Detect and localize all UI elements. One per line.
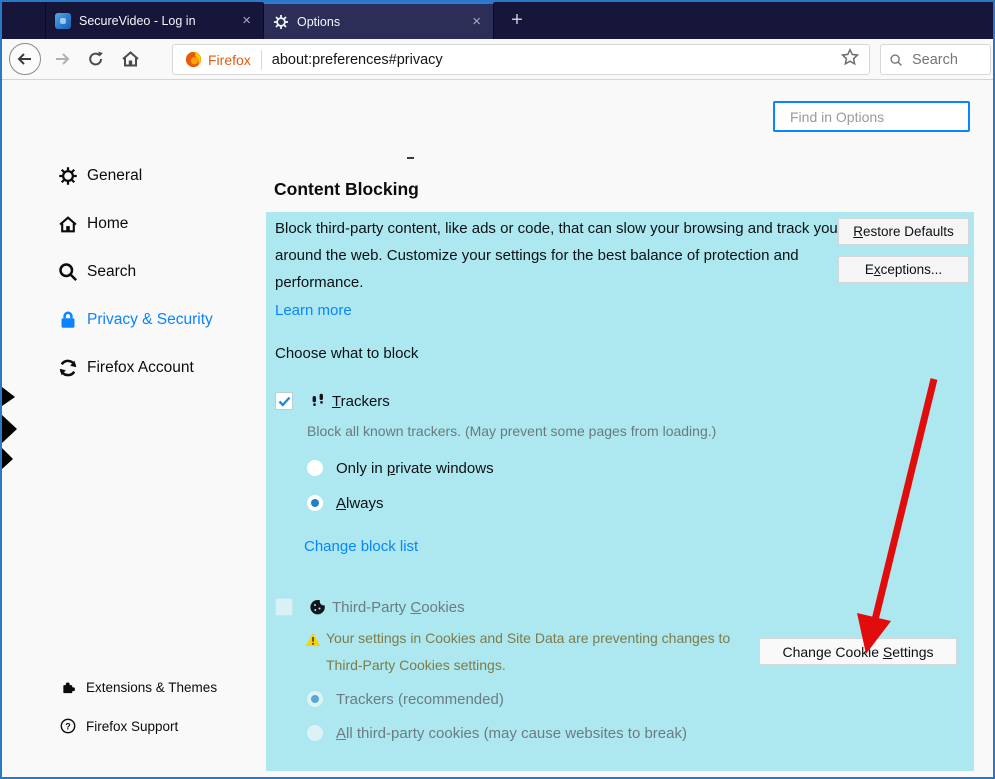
trackers-footprints-icon bbox=[309, 392, 327, 410]
sidebar-item-general[interactable]: General bbox=[57, 152, 142, 200]
sidebar-item-label: Search bbox=[87, 263, 137, 280]
find-in-options-box[interactable] bbox=[773, 101, 971, 132]
reload-icon[interactable] bbox=[80, 43, 112, 75]
tab-options[interactable]: Options × bbox=[263, 2, 494, 39]
back-button[interactable] bbox=[9, 43, 41, 75]
browser-window: SecureVideo - Log in × Options × + Firef… bbox=[0, 0, 995, 779]
sidebar-item-label: Firefox Support bbox=[86, 718, 179, 734]
cookies-all-radio bbox=[307, 725, 323, 741]
checkmark-icon bbox=[278, 396, 290, 407]
sidebar-item-label: Privacy & Security bbox=[87, 311, 213, 328]
sync-icon bbox=[57, 358, 79, 378]
lock-icon bbox=[57, 310, 79, 330]
learn-more-link[interactable]: Learn more bbox=[275, 302, 352, 319]
cookies-warning-line1: Your settings in Cookies and Site Data a… bbox=[326, 630, 731, 646]
cookies-trackers-radio bbox=[307, 691, 323, 707]
exceptions-button[interactable]: Exceptions... bbox=[838, 256, 969, 283]
search-icon bbox=[890, 53, 902, 66]
always-radio[interactable] bbox=[307, 495, 323, 511]
tab-securevideo[interactable]: SecureVideo - Log in × bbox=[45, 2, 263, 39]
close-tab-icon[interactable]: × bbox=[469, 13, 484, 30]
gear-icon bbox=[273, 14, 289, 30]
bookmark-star-icon[interactable] bbox=[840, 47, 860, 71]
cookies-trackers-label: Trackers (recommended) bbox=[336, 691, 504, 708]
stray-dash-mark bbox=[407, 157, 414, 159]
tab-bar: SecureVideo - Log in × Options × + bbox=[2, 2, 993, 39]
always-label[interactable]: Always bbox=[336, 495, 384, 512]
sidebar-item-label: Home bbox=[87, 215, 129, 232]
puzzle-piece-icon bbox=[59, 680, 77, 695]
url-text[interactable]: about:preferences#privacy bbox=[272, 52, 841, 68]
home-icon bbox=[57, 215, 79, 234]
cookie-icon bbox=[309, 597, 328, 616]
trackers-description: Block all known trackers. (May prevent s… bbox=[307, 423, 717, 439]
sidebar-item-search[interactable]: Search bbox=[57, 248, 136, 296]
new-tab-button[interactable]: + bbox=[500, 2, 534, 39]
urlbar-divider bbox=[260, 49, 262, 70]
warning-icon bbox=[305, 632, 321, 647]
trackers-checkbox[interactable] bbox=[275, 392, 293, 410]
sidebar-item-label: General bbox=[87, 167, 143, 184]
choose-what-to-block-label: Choose what to block bbox=[275, 345, 419, 362]
search-icon bbox=[57, 262, 79, 282]
securevideo-favicon bbox=[55, 12, 71, 29]
only-private-windows-label[interactable]: Only in private windows bbox=[336, 460, 494, 477]
radio-selected-dot bbox=[311, 695, 319, 703]
content-blocking-description: Block third-party content, like ads or c… bbox=[275, 220, 838, 291]
third-party-cookies-checkbox bbox=[275, 598, 293, 616]
sidebar-item-privacy-security[interactable]: Privacy & Security bbox=[57, 296, 213, 344]
help-question-icon: ? bbox=[59, 718, 77, 734]
trackers-label[interactable]: Trackers bbox=[332, 393, 390, 410]
home-icon[interactable] bbox=[114, 43, 146, 75]
restore-defaults-button[interactable]: Restore Defaults bbox=[838, 218, 969, 245]
sidebar-item-firefox-account[interactable]: Firefox Account bbox=[57, 344, 194, 392]
browser-search-box[interactable] bbox=[880, 44, 991, 75]
url-bar[interactable]: Firefox about:preferences#privacy bbox=[172, 44, 870, 75]
third-party-cookies-label: Third-Party Cookies bbox=[332, 599, 465, 616]
firefox-brand-badge: Firefox bbox=[173, 51, 261, 68]
radio-selected-dot bbox=[311, 499, 319, 507]
change-block-list-link[interactable]: Change block list bbox=[304, 538, 418, 555]
close-tab-icon[interactable]: × bbox=[239, 12, 254, 29]
forward-button[interactable] bbox=[46, 43, 78, 75]
sidebar-item-label: Firefox Account bbox=[87, 359, 194, 376]
svg-text:?: ? bbox=[65, 721, 71, 731]
tab-title: Options bbox=[297, 14, 341, 29]
page-title: Content Blocking bbox=[274, 179, 419, 199]
sidebar-item-home[interactable]: Home bbox=[57, 200, 128, 248]
gear-icon bbox=[57, 166, 79, 186]
sidebar-item-label: Extensions & Themes bbox=[86, 679, 218, 695]
firefox-brand-label: Firefox bbox=[208, 51, 251, 68]
cookies-all-label: All third-party cookies (may cause websi… bbox=[336, 725, 687, 742]
browser-search-input[interactable] bbox=[910, 50, 974, 69]
cookies-warning-line2: Third-Party Cookies settings. bbox=[326, 657, 506, 673]
firefox-logo-icon bbox=[185, 51, 202, 68]
only-private-windows-radio[interactable] bbox=[307, 460, 323, 476]
sidebar-item-firefox-support[interactable]: ? Firefox Support bbox=[59, 707, 178, 745]
change-cookie-settings-button[interactable]: Change Cookie Settings bbox=[759, 638, 957, 665]
sidebar-item-extensions-themes[interactable]: Extensions & Themes bbox=[59, 668, 217, 706]
find-in-options-input[interactable] bbox=[790, 108, 971, 125]
content-blocking-panel: Block third-party content, like ads or c… bbox=[266, 212, 974, 771]
tab-title: SecureVideo - Log in bbox=[79, 13, 196, 28]
